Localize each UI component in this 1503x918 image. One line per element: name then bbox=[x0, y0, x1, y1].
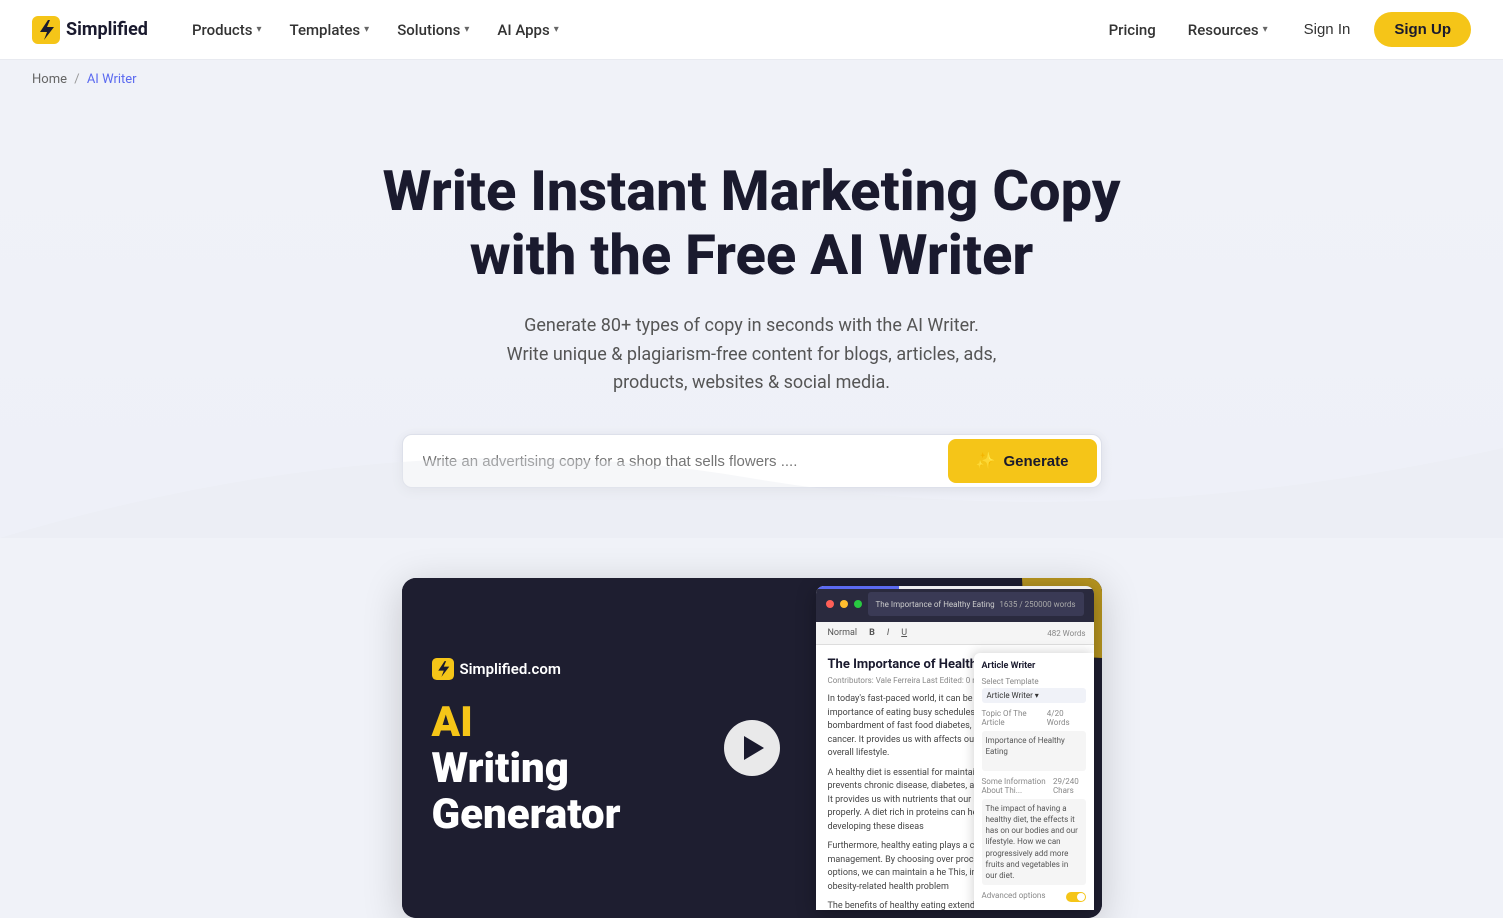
panel-info-row: Some Information About Thi... 29/240 Cha… bbox=[982, 777, 1086, 797]
article-writer-panel: Article Writer Select Template Article W… bbox=[974, 653, 1094, 910]
progress-bar-fill bbox=[816, 586, 899, 589]
nav-ai-apps[interactable]: AI Apps ▾ bbox=[485, 13, 570, 47]
video-logo: Simplified.com bbox=[432, 658, 778, 680]
search-bar: ✨ Generate bbox=[402, 434, 1102, 488]
navigation: Simplified Products ▾ Templates ▾ Soluti… bbox=[0, 0, 1503, 60]
close-icon bbox=[826, 600, 834, 608]
signup-button[interactable]: Sign Up bbox=[1374, 12, 1471, 47]
signin-button[interactable]: Sign In bbox=[1288, 13, 1367, 46]
breadcrumb: Home / AI Writer bbox=[0, 60, 1503, 99]
hero-subtitle: Generate 80+ types of copy in seconds wi… bbox=[472, 312, 1032, 398]
video-title-generator: Generator bbox=[432, 792, 778, 838]
logo[interactable]: Simplified bbox=[32, 16, 148, 44]
panel-template-select[interactable]: Article Writer ▾ bbox=[982, 688, 1086, 703]
chevron-down-icon: ▾ bbox=[554, 24, 559, 35]
editor-word-count: 482 Words bbox=[1047, 629, 1085, 638]
play-icon bbox=[744, 736, 764, 760]
chevron-down-icon: ▾ bbox=[256, 24, 261, 35]
panel-info-count: 29/240 Chars bbox=[1053, 777, 1086, 795]
nav-links: Products ▾ Templates ▾ Solutions ▾ AI Ap… bbox=[180, 13, 1097, 47]
video-logo-text: Simplified.com bbox=[460, 660, 561, 678]
editor-toolbar: Normal B I U 482 Words bbox=[816, 622, 1094, 645]
nav-templates[interactable]: Templates ▾ bbox=[278, 13, 382, 47]
panel-topic-label: Topic Of The Article bbox=[982, 709, 1047, 727]
panel-advanced-label: Advanced options bbox=[982, 891, 1046, 900]
hero-section: Write Instant Marketing Copy with the Fr… bbox=[0, 99, 1503, 538]
video-right: The Importance of Healthy Eating 1635 / … bbox=[808, 578, 1102, 918]
breadcrumb-home[interactable]: Home bbox=[32, 72, 70, 87]
video-section: Simplified.com AI Writing Generator bbox=[0, 538, 1503, 918]
editor-mockup: The Importance of Healthy Eating 1635 / … bbox=[816, 586, 1094, 910]
toolbar-bold[interactable]: B bbox=[865, 626, 879, 640]
editor-topbar: The Importance of Healthy Eating 1635 / … bbox=[816, 586, 1094, 622]
nav-products[interactable]: Products ▾ bbox=[180, 13, 274, 47]
breadcrumb-current: AI Writer bbox=[87, 72, 137, 87]
generate-button[interactable]: ✨ Generate bbox=[948, 439, 1097, 483]
nav-pricing[interactable]: Pricing bbox=[1097, 13, 1168, 47]
maximize-icon bbox=[854, 600, 862, 608]
magic-icon: ✨ bbox=[976, 451, 996, 471]
editor-title-bar: The Importance of Healthy Eating 1635 / … bbox=[868, 592, 1084, 616]
toolbar-underline[interactable]: U bbox=[897, 626, 911, 640]
hero-subtitle-line1: Generate 80+ types of copy in seconds wi… bbox=[524, 315, 979, 336]
chevron-down-icon: ▾ bbox=[1263, 24, 1268, 35]
toolbar-italic[interactable]: I bbox=[883, 626, 893, 640]
minimize-icon bbox=[840, 600, 848, 608]
hero-subtitle-line3: products, websites & social media. bbox=[613, 372, 890, 393]
search-input[interactable] bbox=[403, 435, 944, 487]
video-title: AI Writing Generator bbox=[432, 700, 778, 839]
toggle-advanced[interactable] bbox=[1066, 892, 1086, 902]
word-count: 1635 / 250000 words bbox=[999, 600, 1075, 609]
progress-bar bbox=[816, 586, 1094, 589]
panel-topic-text[interactable]: Importance of Healthy Eating bbox=[982, 731, 1086, 771]
nav-right: Pricing Resources ▾ Sign In Sign Up bbox=[1097, 12, 1471, 47]
panel-template-label: Select Template bbox=[982, 677, 1086, 686]
toolbar-normal[interactable]: Normal bbox=[824, 626, 862, 640]
nav-resources[interactable]: Resources ▾ bbox=[1176, 13, 1280, 47]
logo-text: Simplified bbox=[66, 19, 148, 40]
panel-advanced-row: Advanced options bbox=[982, 891, 1086, 902]
chevron-down-icon: ▾ bbox=[364, 24, 369, 35]
nav-solutions[interactable]: Solutions ▾ bbox=[385, 13, 481, 47]
panel-info-label: Some Information About Thi... bbox=[982, 777, 1053, 795]
logo-icon bbox=[32, 16, 60, 44]
hero-title: Write Instant Marketing Copy with the Fr… bbox=[362, 159, 1142, 288]
panel-info-text[interactable]: The impact of having a healthy diet, the… bbox=[982, 799, 1086, 885]
breadcrumb-separator: / bbox=[74, 72, 79, 87]
chevron-down-icon: ▾ bbox=[464, 24, 469, 35]
video-logo-icon bbox=[432, 658, 454, 680]
play-button[interactable] bbox=[724, 720, 780, 776]
panel-title: Article Writer bbox=[982, 661, 1086, 671]
video-inner: Simplified.com AI Writing Generator bbox=[402, 578, 1102, 918]
panel-topic-count: 4/20 Words bbox=[1047, 709, 1086, 727]
panel-topic-row: Topic Of The Article 4/20 Words bbox=[982, 709, 1086, 729]
video-container: Simplified.com AI Writing Generator bbox=[402, 578, 1102, 918]
hero-subtitle-line2: Write unique & plagiarism-free content f… bbox=[507, 344, 997, 365]
